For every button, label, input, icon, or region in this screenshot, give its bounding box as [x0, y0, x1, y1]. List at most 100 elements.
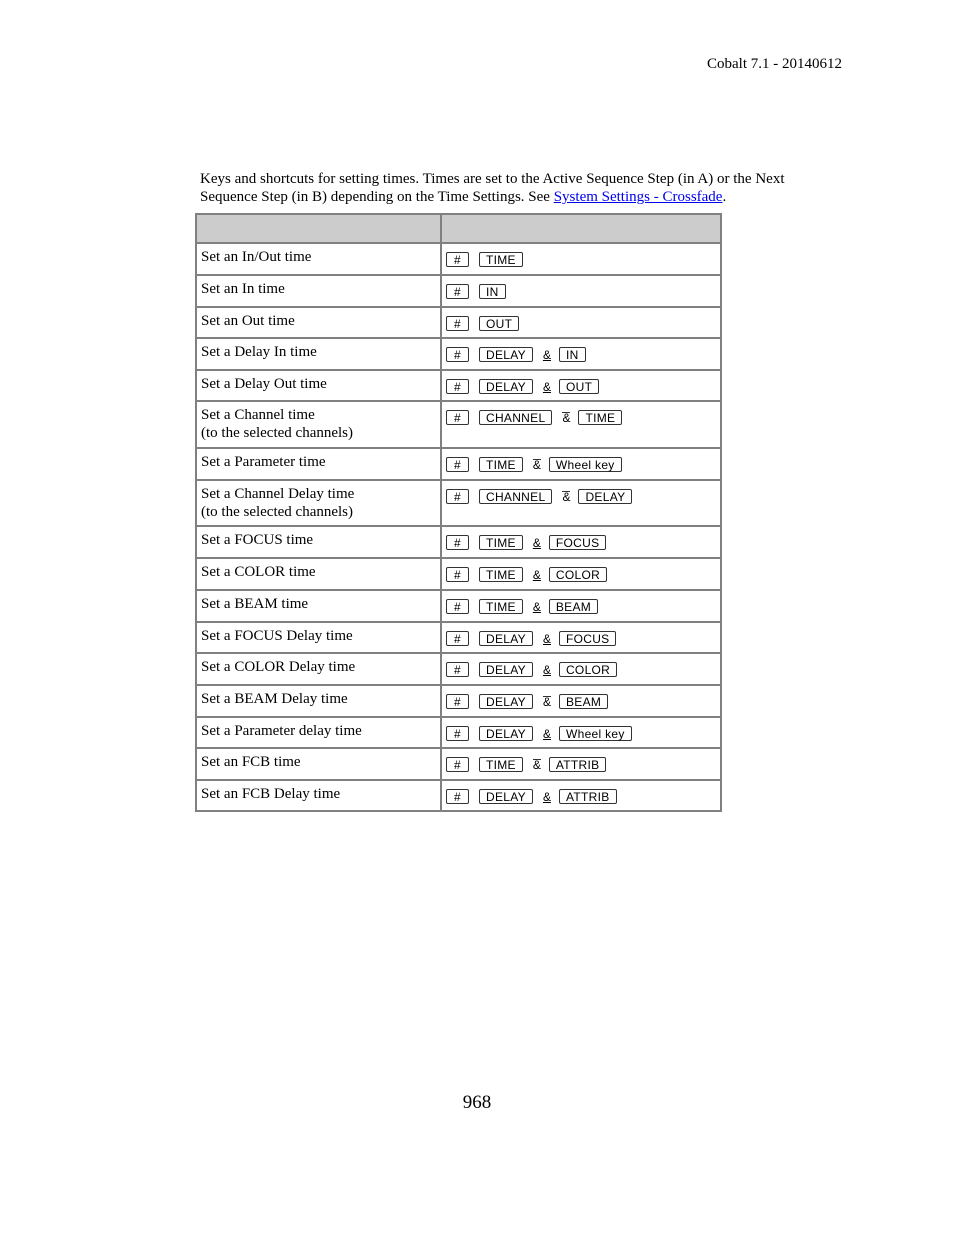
hash-key-icon: # [446, 694, 469, 709]
keys-cell: # TIME & FOCUS [440, 525, 722, 559]
hash-key-icon: # [446, 662, 469, 677]
ampersand-icon: & [542, 790, 551, 804]
key-wheel-key-key-icon: Wheel key [548, 457, 622, 472]
key-time-key-icon: TIME [578, 410, 623, 425]
key-delay-key-icon: DELAY [578, 489, 633, 504]
action-label: Set a Delay Out time [201, 376, 327, 392]
table-row: Set a FOCUS Delay time # DELAY & FOCUS [195, 621, 722, 654]
keys-cell: # DELAY & COLOR [440, 652, 722, 686]
action-cell: Set a Channel Delay time (to the selected… [195, 479, 442, 527]
key-focus-key-icon: FOCUS [548, 535, 607, 550]
ampersand-icon: & [532, 568, 541, 582]
hash-key-icon: # [446, 726, 469, 741]
hash-key-icon: # [446, 535, 469, 550]
ampersand-icon: & [542, 348, 551, 362]
action-cell: Set a COLOR time [195, 557, 442, 591]
table-row: Set an In time # IN [195, 274, 722, 308]
action-cell: Set an In time [195, 274, 442, 308]
hash-key-icon: # [446, 789, 469, 804]
key-delay-key-icon: DELAY [478, 789, 533, 804]
action-label: Set a BEAM Delay time [201, 691, 348, 707]
keys-cell: # IN [440, 274, 722, 308]
ampersand-icon: & [542, 663, 551, 677]
ampersand-icon: & [532, 536, 541, 550]
table-row: Set a COLOR time # TIME & COLOR [195, 557, 722, 591]
action-cell: Set an FCB Delay time [195, 779, 442, 812]
action-cell: Set a Parameter time [195, 447, 442, 481]
table-row: Set a Parameter time # TIME & Wheel key [195, 447, 722, 481]
hash-key-icon: # [446, 631, 469, 646]
action-label: Set a Channel time [201, 407, 315, 423]
action-cell: Set a Delay Out time [195, 369, 442, 402]
hash-key-icon: # [446, 457, 469, 472]
table-row: Set an FCB Delay time # DELAY & ATTRIB [195, 779, 722, 812]
keys-cell: # DELAY & Wheel key [440, 716, 722, 749]
table-row: Set a Channel Delay time (to the selected… [195, 479, 722, 527]
table-row: Set a Delay In time # DELAY & IN [195, 337, 722, 371]
action-cell: Set a Parameter delay time [195, 716, 442, 749]
keys-cell: # TIME & COLOR [440, 557, 722, 591]
action-label: Set a COLOR time [201, 564, 316, 580]
action-note: (to the selected channels) [201, 504, 354, 520]
table-row: Set a BEAM time # TIME & BEAM [195, 589, 722, 623]
key-out-key-icon: OUT [558, 379, 600, 394]
ampersand-icon: & [542, 632, 551, 646]
key-attrib-key-icon: ATTRIB [558, 789, 617, 804]
action-cell: Set an In/Out time [195, 242, 442, 276]
action-label: Set an FCB Delay time [201, 786, 341, 802]
action-label: Set an Out time [201, 313, 295, 329]
keys-cell: # CHANNEL & TIME [440, 400, 722, 449]
key-time-key-icon: TIME [478, 535, 523, 550]
key-in-key-icon: IN [558, 347, 586, 362]
action-cell: Set a COLOR Delay time [195, 652, 442, 686]
time-shortcuts-table: Set an In/Out time # TIME Set an In time # IN… [195, 213, 722, 812]
key-time-key-icon: TIME [478, 457, 523, 472]
keys-cell: # TIME & ATTRIB [440, 747, 722, 781]
key-color-key-icon: COLOR [548, 567, 608, 582]
key-wheel-key-key-icon: Wheel key [558, 726, 632, 741]
key-focus-key-icon: FOCUS [558, 631, 617, 646]
key-time-key-icon: TIME [478, 757, 523, 772]
action-label: Set a BEAM time [201, 596, 309, 612]
table-row: Set an FCB time # TIME & ATTRIB [195, 747, 722, 781]
key-time-key-icon: TIME [478, 567, 523, 582]
key-in-key-icon: IN [478, 284, 506, 299]
table-row: Set an Out time # OUT [195, 306, 722, 339]
hash-key-icon: # [446, 599, 469, 614]
keys-cell: # DELAY & ATTRIB [440, 779, 722, 812]
keys-cell: # TIME & BEAM [440, 589, 722, 623]
running-header: Cobalt 7.1 - 20140612 [707, 56, 842, 72]
key-delay-key-icon: DELAY [478, 662, 533, 677]
key-time-key-icon: TIME [478, 252, 523, 267]
action-label: Set an FCB time [201, 754, 301, 770]
table-row: Set a FOCUS time # TIME & FOCUS [195, 525, 722, 559]
keys-cell: # DELAY & BEAM [440, 684, 722, 718]
ampersand-icon: & [532, 600, 541, 614]
system-settings-crossfade-link[interactable]: System Settings - Crossfade [554, 189, 723, 205]
hash-key-icon: # [446, 757, 469, 772]
ampersand-icon: & [562, 411, 571, 425]
table-header-keys [440, 213, 722, 244]
key-beam-key-icon: BEAM [558, 694, 609, 709]
table-row: Set a Delay Out time # DELAY & OUT [195, 369, 722, 402]
action-label: Set an In time [201, 281, 285, 297]
table-row: Set a Channel time (to the selected chann… [195, 400, 722, 449]
keys-cell: # DELAY & OUT [440, 369, 722, 402]
table-row: Set an In/Out time # TIME [195, 242, 722, 276]
hash-key-icon: # [446, 252, 469, 267]
intro-paragraph: Keys and shortcuts for setting times. Ti… [200, 170, 830, 206]
key-delay-key-icon: DELAY [478, 631, 533, 646]
hash-key-icon: # [446, 284, 469, 299]
key-attrib-key-icon: ATTRIB [548, 757, 607, 772]
action-label: Set a COLOR Delay time [201, 659, 356, 675]
action-cell: Set a Delay In time [195, 337, 442, 371]
key-time-key-icon: TIME [478, 599, 523, 614]
table-row: Set a BEAM Delay time # DELAY & BEAM [195, 684, 722, 718]
action-cell: Set a Channel time (to the selected chann… [195, 400, 442, 449]
key-delay-key-icon: DELAY [478, 726, 533, 741]
key-beam-key-icon: BEAM [548, 599, 599, 614]
key-delay-key-icon: DELAY [478, 347, 533, 362]
key-delay-key-icon: DELAY [478, 694, 533, 709]
key-channel-key-icon: CHANNEL [478, 410, 553, 425]
action-label: Set a Parameter delay time [201, 723, 362, 739]
